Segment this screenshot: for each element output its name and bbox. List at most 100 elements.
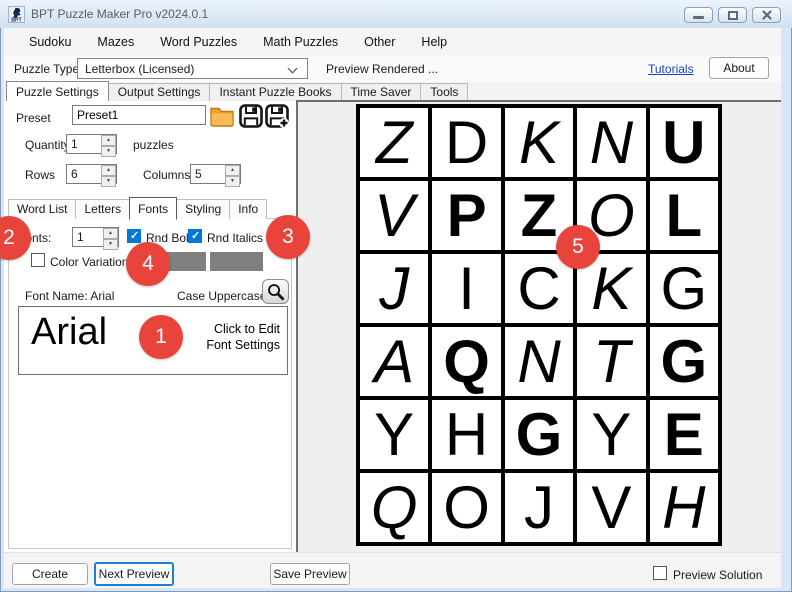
tab-time-saver[interactable]: Time Saver [341,83,422,101]
puzzle-type-dropdown[interactable]: Letterbox (Licensed) [77,58,308,79]
annotation-badge-3: 3 [266,215,310,259]
app-icon: BPT [8,6,25,23]
tutorials-link[interactable]: Tutorials [648,62,694,76]
rows-down-icon[interactable]: ▼ [101,176,116,187]
fonts-count-value[interactable]: 1 [73,228,103,246]
quantity-stepper[interactable]: 1 ▲▼ [66,134,117,154]
grid-cell: N [505,327,573,396]
menu-item-word-puzzles[interactable]: Word Puzzles [147,35,250,49]
subtab-styling[interactable]: Styling [176,199,230,219]
maximize-button[interactable] [718,7,747,23]
fonts-down-icon[interactable]: ▼ [103,239,118,250]
window-controls [684,7,781,23]
font-search-button[interactable] [262,279,289,304]
menu-item-help[interactable]: Help [408,35,460,49]
grid-cell: A [360,327,428,396]
grid-cell: K [505,108,573,177]
quantity-down-icon[interactable]: ▼ [101,146,116,157]
grid-cell: Y [360,400,428,469]
window-title: BPT Puzzle Maker Pro v2024.0.1 [31,7,208,21]
close-icon [762,10,772,20]
grid-cell: V [577,473,645,542]
save-preset-button save-icon[interactable] [239,104,263,128]
grid-cell: H [650,473,718,542]
puzzle-type-label: Puzzle Type [14,62,79,76]
preset-input[interactable] [72,105,206,125]
preview-solution-label: Preview Solution [673,568,762,582]
grid-cell: G [650,327,718,396]
grid-cell: T [577,327,645,396]
save-preview-button[interactable]: Save Preview [270,563,350,585]
preset-label: Preset [16,111,51,125]
minimize-button[interactable] [684,7,713,23]
grid-cell: V [360,181,428,250]
grid-cell: O [432,473,500,542]
grid-cell: Q [360,473,428,542]
grid-cell: J [505,473,573,542]
letter-grid: ZDKNUVPZOLJICKGAQNTGYHGYEQOJVH [356,104,722,546]
quantity-suffix: puzzles [133,138,174,152]
subtab-fonts[interactable]: Fonts [129,197,177,220]
save-preset-as-button save-as-icon[interactable] [265,104,290,128]
preview-panel: ZDKNUVPZOLJICKGAQNTGYHGYEQOJVH [296,100,781,552]
next-preview-button[interactable]: Next Preview [94,562,174,586]
case-label: Case Uppercase [177,289,266,303]
fonts-up-icon[interactable]: ▲ [103,228,118,239]
title-bar: BPT BPT Puzzle Maker Pro v2024.0.1 [0,0,792,28]
quantity-up-icon[interactable]: ▲ [101,135,116,146]
footer-bar: Create Next Preview Save Preview Preview… [4,552,781,588]
columns-down-icon[interactable]: ▼ [225,176,240,187]
annotation-badge-5: 5 [556,225,600,269]
chevron-down-icon [288,64,298,74]
font-name-label: Font Name: Arial [25,289,114,303]
menu-item-other[interactable]: Other [351,35,408,49]
columns-up-icon[interactable]: ▲ [225,165,240,176]
close-button[interactable] [752,7,781,23]
rows-value[interactable]: 6 [67,165,101,183]
menu-bar: Sudoku Mazes Word Puzzles Math Puzzles O… [4,28,781,55]
menu-item-sudoku[interactable]: Sudoku [16,35,84,49]
tab-puzzle-settings[interactable]: Puzzle Settings [6,81,109,102]
magnifier-icon [266,282,285,301]
font-preview-text: Arial [31,312,107,354]
about-button[interactable]: About [709,57,769,79]
color-variations-checkbox[interactable] [31,253,45,267]
open-preset-button folder-icon[interactable] [209,104,235,127]
grid-cell: D [432,108,500,177]
toolbar: Puzzle Type Letterbox (Licensed) Preview… [4,55,781,82]
menu-item-math-puzzles[interactable]: Math Puzzles [250,35,351,49]
rnd-italics-label: Rnd Italics [207,231,263,245]
grid-cell: U [650,108,718,177]
grid-cell: P [432,181,500,250]
subtab-info[interactable]: Info [229,199,267,219]
create-button[interactable]: Create [12,563,88,585]
grid-cell: Y [577,400,645,469]
tab-instant-puzzle-books[interactable]: Instant Puzzle Books [209,83,341,101]
grid-cell: H [432,400,500,469]
fonts-count-stepper[interactable]: 1 ▲▼ [72,227,119,247]
grid-cell: J [360,254,428,323]
tab-tools[interactable]: Tools [420,83,468,101]
rows-label: Rows [25,168,55,182]
grid-cell: G [650,254,718,323]
columns-value[interactable]: 5 [191,165,225,183]
preview-solution-checkbox[interactable] [653,566,667,580]
tab-output-settings[interactable]: Output Settings [108,83,211,101]
columns-stepper[interactable]: 5 ▲▼ [190,164,241,184]
grid-cell: N [577,108,645,177]
color-swatch-2[interactable] [210,252,263,271]
grid-cell: G [505,400,573,469]
svg-text:BPT: BPT [11,17,22,23]
puzzle-type-value: Letterbox (Licensed) [85,62,194,76]
rows-stepper[interactable]: 6 ▲▼ [66,164,117,184]
main-tab-strip: Puzzle Settings Output Settings Instant … [4,82,781,101]
grid-cell: C [505,254,573,323]
subtab-word-list[interactable]: Word List [8,199,76,219]
rows-up-icon[interactable]: ▲ [101,165,116,176]
rnd-bold-checkbox[interactable] [127,229,141,243]
rnd-italics-checkbox[interactable] [188,229,202,243]
menu-item-mazes[interactable]: Mazes [84,35,147,49]
annotation-badge-1: 1 [139,315,183,359]
quantity-value[interactable]: 1 [67,135,101,153]
subtab-letters[interactable]: Letters [75,199,130,219]
